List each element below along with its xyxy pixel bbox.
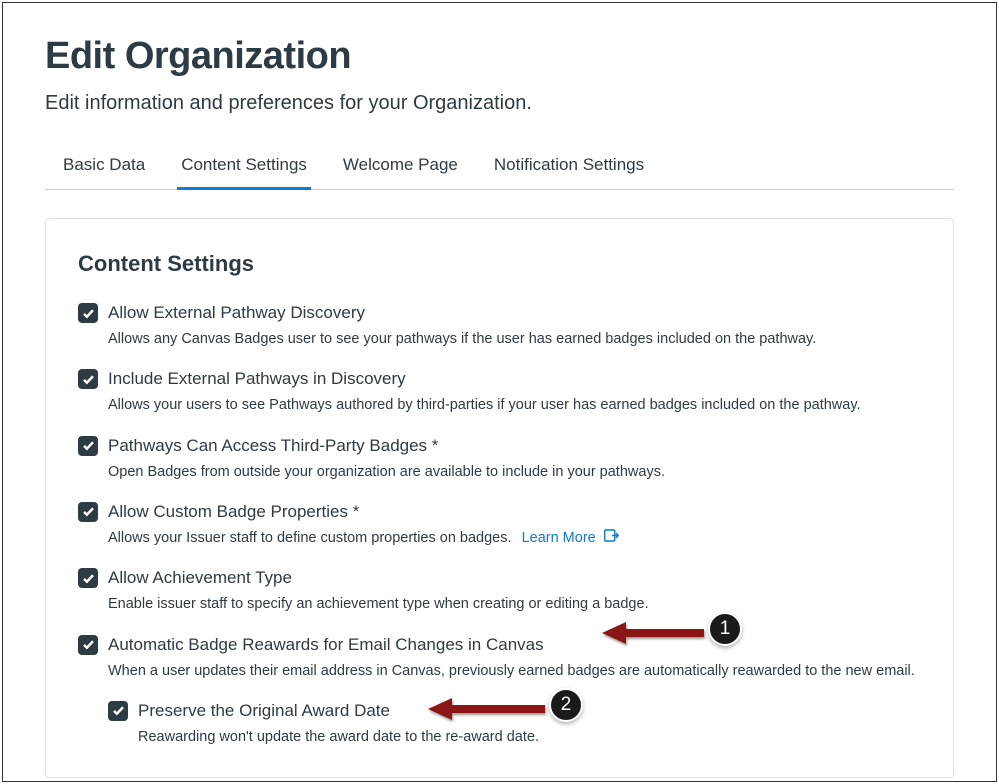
setting-desc-text: Allows your Issuer staff to define custo…: [108, 530, 512, 546]
settings-panel: Content Settings Allow External Pathway …: [45, 218, 954, 778]
setting-desc: Allows your Issuer staff to define custo…: [108, 528, 921, 548]
page-title: Edit Organization: [45, 35, 954, 78]
setting-label: Allow External Pathway Discovery: [108, 303, 365, 323]
check-icon: [82, 638, 95, 651]
check-icon: [82, 373, 95, 386]
setting-label: Automatic Badge Reawards for Email Chang…: [108, 635, 544, 655]
page-container: Edit Organization Edit information and p…: [2, 2, 997, 782]
checkbox-preserve-award-date[interactable]: [108, 701, 128, 721]
setting-desc: Enable issuer staff to specify an achiev…: [108, 594, 921, 614]
setting-third-party-badges: Pathways Can Access Third-Party Badges *…: [78, 436, 921, 482]
checkbox-achievement-type[interactable]: [78, 568, 98, 588]
external-link-icon: [604, 528, 619, 548]
setting-label: Preserve the Original Award Date: [138, 701, 390, 721]
check-icon: [82, 572, 95, 585]
setting-desc: Reawarding won't update the award date t…: [138, 727, 921, 747]
setting-preserve-award-date: Preserve the Original Award Date Reaward…: [108, 701, 921, 747]
setting-label: Allow Achievement Type: [108, 568, 292, 588]
setting-label: Pathways Can Access Third-Party Badges *: [108, 436, 438, 456]
setting-custom-badge-properties: Allow Custom Badge Properties * Allows y…: [78, 502, 921, 548]
check-icon: [82, 439, 95, 452]
setting-external-pathway-discovery: Allow External Pathway Discovery Allows …: [78, 303, 921, 349]
check-icon: [112, 704, 125, 717]
setting-desc: When a user updates their email address …: [108, 661, 921, 681]
tab-welcome-page[interactable]: Welcome Page: [339, 145, 462, 190]
check-icon: [82, 307, 95, 320]
tab-notification-settings[interactable]: Notification Settings: [490, 145, 648, 190]
checkbox-custom-badge-properties[interactable]: [78, 502, 98, 522]
setting-desc: Allows your users to see Pathways author…: [108, 395, 921, 415]
tab-content-settings[interactable]: Content Settings: [177, 145, 311, 190]
setting-achievement-type: Allow Achievement Type Enable issuer sta…: [78, 568, 921, 614]
page-subtitle: Edit information and preferences for you…: [45, 92, 954, 115]
setting-label: Include External Pathways in Discovery: [108, 369, 406, 389]
checkbox-third-party-badges[interactable]: [78, 436, 98, 456]
checkbox-automatic-reawards[interactable]: [78, 635, 98, 655]
check-icon: [82, 505, 95, 518]
checkbox-include-external-pathways[interactable]: [78, 369, 98, 389]
setting-desc: Allows any Canvas Badges user to see you…: [108, 329, 921, 349]
tabs: Basic Data Content Settings Welcome Page…: [45, 145, 954, 190]
panel-title: Content Settings: [78, 251, 921, 277]
setting-include-external-pathways: Include External Pathways in Discovery A…: [78, 369, 921, 415]
setting-desc: Open Badges from outside your organizati…: [108, 462, 921, 482]
checkbox-external-pathway-discovery[interactable]: [78, 303, 98, 323]
setting-label: Allow Custom Badge Properties *: [108, 502, 359, 522]
tab-basic-data[interactable]: Basic Data: [59, 145, 149, 190]
learn-more-link[interactable]: Learn More: [522, 530, 596, 546]
setting-automatic-reawards: Automatic Badge Reawards for Email Chang…: [78, 635, 921, 681]
